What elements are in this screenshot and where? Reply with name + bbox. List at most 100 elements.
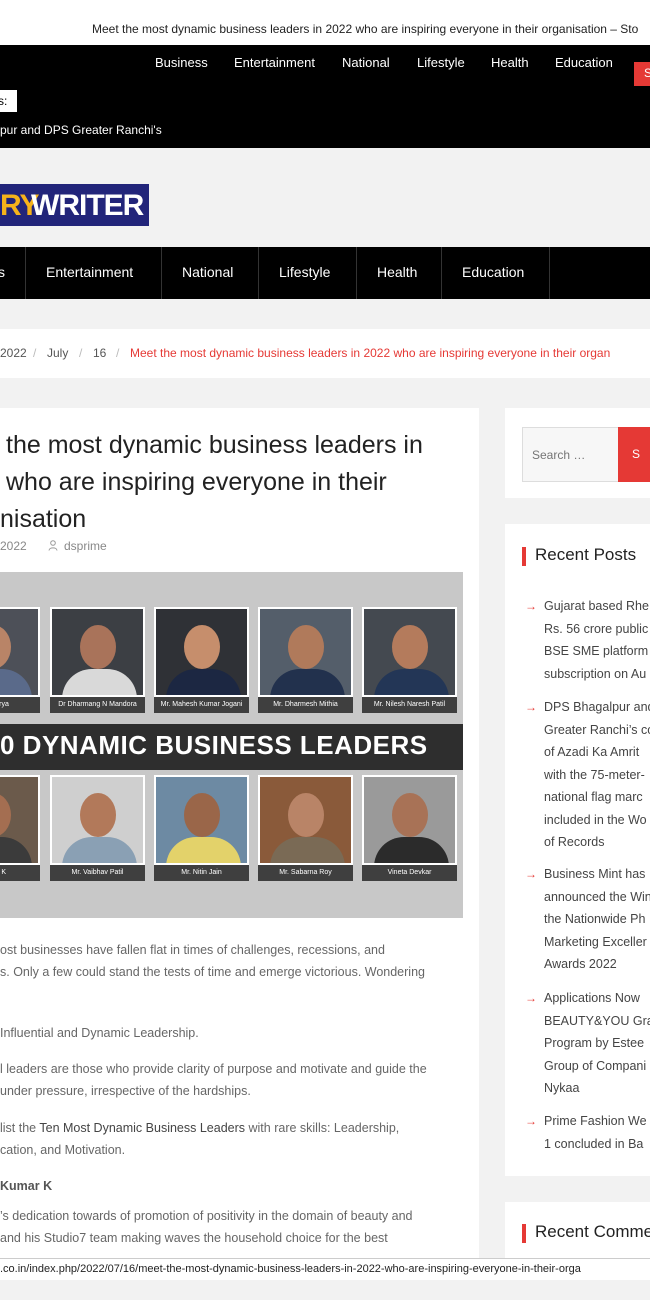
breadcrumb-separator: /: [116, 346, 120, 360]
post-line: included in the Wo: [544, 812, 647, 827]
paragraph-text: with rare skills: Leadership,: [245, 1121, 400, 1135]
search-input[interactable]: [523, 428, 613, 481]
main-nav: s Entertainment National Lifestyle Healt…: [0, 247, 650, 299]
paragraph-line: Influential and Dynamic Leadership.: [0, 1026, 199, 1040]
breadcrumb-month[interactable]: July: [47, 346, 68, 360]
image-banner-text: 0 DYNAMIC BUSINESS LEADERS: [0, 730, 428, 760]
main-nav-business[interactable]: s: [0, 264, 5, 280]
nav-divider: [25, 247, 26, 299]
leader-caption: Mr. Mahesh Kumar Jogani: [154, 697, 249, 713]
top-nav-national[interactable]: National: [342, 55, 390, 70]
paragraph-line: ’s dedication towards of promotion of po…: [0, 1209, 413, 1223]
leader-caption: Kumar K: [0, 865, 40, 881]
article-paragraph: ’s dedication towards of promotion of po…: [0, 1205, 470, 1249]
post-line: Greater Ranchi’s co: [544, 722, 650, 737]
user-icon: [48, 540, 58, 551]
paragraph-line: and his Studio7 team making waves the ho…: [0, 1231, 388, 1245]
post-line: Program by Estee: [544, 1036, 645, 1050]
post-line: Prime Fashion We: [544, 1114, 647, 1128]
leader-photo: [0, 607, 40, 697]
search-widget: S: [505, 408, 650, 498]
post-line: national flag marc: [544, 790, 643, 804]
featured-image[interactable]: attacharya Dr Dharmang N Mandora Mr. Mah…: [0, 572, 463, 918]
arrow-right-icon: →: [525, 991, 537, 1005]
brand-area: RY WRITER: [0, 148, 650, 248]
leader-photo: [154, 775, 249, 865]
top-nav-lifestyle[interactable]: Lifestyle: [417, 55, 465, 70]
post-line: BSE SME platform: [544, 644, 649, 658]
top-search-button[interactable]: S: [634, 62, 650, 86]
leader-caption: attacharya: [0, 697, 40, 713]
post-line: of Records: [544, 835, 605, 849]
leader-photo: [50, 607, 145, 697]
main-nav-national[interactable]: National: [182, 264, 233, 280]
top-nav-health[interactable]: Health: [491, 55, 529, 70]
article-title-line: who are inspiring everyone in their: [6, 468, 387, 496]
leader-photo: [362, 775, 457, 865]
post-line: of Azadi Ka Amrit: [544, 745, 640, 759]
article-paragraph: list the Ten Most Dynamic Business Leade…: [0, 1117, 470, 1161]
article-title-line: the most dynamic business leaders in: [6, 431, 423, 459]
article-paragraph: l leaders are those who provide clarity …: [0, 1058, 470, 1102]
breaking-news-text[interactable]: pur and DPS Greater Ranchi's: [0, 123, 162, 137]
top-nav-education[interactable]: Education: [555, 55, 613, 70]
post-line: announced the Win: [544, 889, 650, 904]
article-author[interactable]: dsprime: [48, 539, 107, 553]
leader-caption: Mr. Nitin Jain: [154, 865, 249, 881]
post-line: Applications Now: [544, 991, 640, 1005]
top-nav-business[interactable]: Business: [155, 55, 208, 70]
arrow-right-icon: →: [525, 599, 537, 613]
author-name: dsprime: [64, 539, 107, 553]
browser-status-bar: .co.in/index.php/2022/07/16/meet-the-mos…: [0, 1258, 650, 1280]
leader-photo: [154, 607, 249, 697]
search-input-box: [522, 427, 619, 482]
leader-caption: Dr Dharmang N Mandora: [50, 697, 145, 713]
leader-photo: [0, 775, 40, 865]
leader-photo: [362, 607, 457, 697]
breadcrumb-current: Meet the most dynamic business leaders i…: [130, 346, 611, 360]
site-logo[interactable]: RY WRITER: [0, 184, 149, 226]
article-date[interactable]: 2022: [0, 539, 27, 553]
post-line: subscription on Au: [544, 666, 647, 681]
breadcrumb-year[interactable]: 2022: [0, 346, 27, 360]
post-line: BEAUTY&YOU Gra: [544, 1013, 650, 1028]
post-line: the Nationwide Ph: [544, 912, 646, 926]
ticker-text[interactable]: Meet the most dynamic business leaders i…: [92, 22, 638, 36]
breadcrumb-day[interactable]: 16: [93, 346, 106, 360]
leader-photo: [258, 607, 353, 697]
paragraph-line: cation, and Motivation.: [0, 1143, 126, 1157]
nav-divider: [161, 247, 162, 299]
breaking-news-label: s:: [0, 90, 17, 112]
top-nav-entertainment[interactable]: Entertainment: [234, 55, 315, 70]
main-nav-entertainment[interactable]: Entertainment: [46, 264, 133, 280]
post-line: Business Mint has: [544, 867, 646, 881]
main-nav-lifestyle[interactable]: Lifestyle: [279, 264, 330, 280]
arrow-right-icon: →: [525, 1114, 537, 1128]
post-line: Rs. 56 crore public: [544, 621, 649, 636]
leader-photo: [50, 775, 145, 865]
leader-caption: Mr. Nilesh Naresh Patil: [362, 697, 457, 713]
search-button[interactable]: S: [618, 427, 650, 482]
news-ticker: Meet the most dynamic business leaders i…: [0, 0, 650, 45]
leader-caption: Mr. Sabarna Roy: [258, 865, 353, 881]
paragraph-line: ost businesses have fallen flat in times…: [0, 943, 385, 957]
article-card: the most dynamic business leaders in who…: [0, 408, 479, 1300]
post-line: 1 concluded in Ba: [544, 1136, 644, 1151]
paragraph-line: s. Only a few could stand the tests of t…: [0, 965, 425, 979]
breadcrumb-separator: /: [33, 346, 37, 360]
main-nav-education[interactable]: Education: [462, 264, 524, 280]
post-line: Nykaa: [544, 1081, 580, 1095]
article-meta: 2022 dsprime: [0, 539, 107, 553]
recent-comments-title: Recent Comme: [522, 1222, 650, 1243]
highlight-text: Ten Most Dynamic Business Leaders: [39, 1121, 246, 1135]
leader-photo: [258, 775, 353, 865]
page-bottom: [0, 1280, 650, 1300]
breadcrumb: 2022 / July / 16 / Meet the most dynamic…: [0, 329, 650, 378]
article-subheading: Kumar K: [0, 1179, 53, 1193]
article-title: the most dynamic business leaders in who…: [0, 427, 470, 538]
main-nav-health[interactable]: Health: [377, 264, 417, 280]
paragraph-text: list the: [0, 1121, 40, 1135]
nav-divider: [441, 247, 442, 299]
nav-divider: [258, 247, 259, 299]
post-line: Marketing Exceller: [544, 934, 647, 949]
